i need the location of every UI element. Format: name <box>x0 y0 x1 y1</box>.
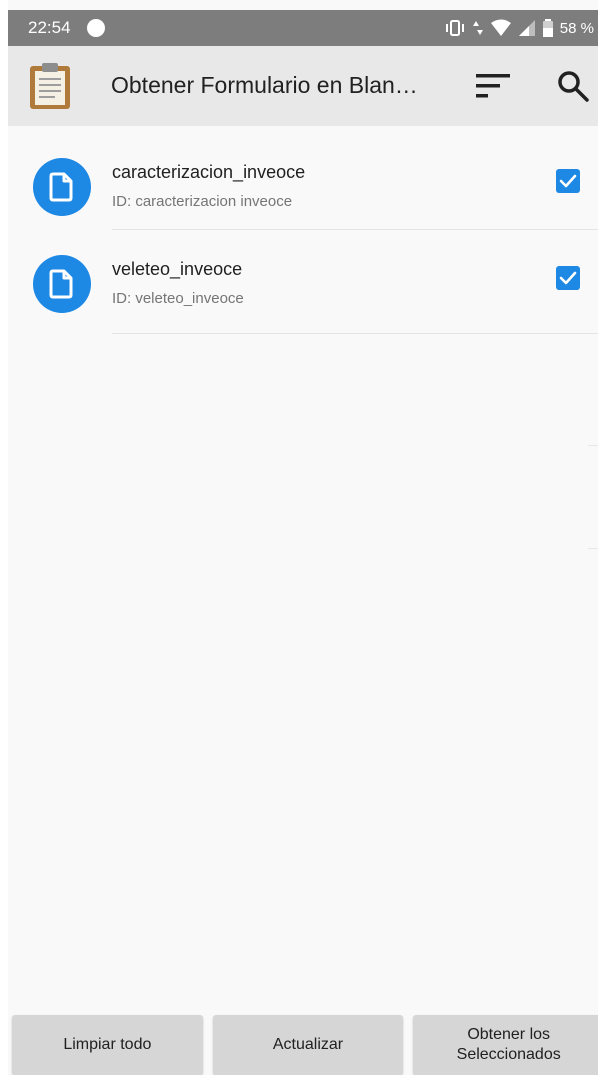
list-item[interactable]: veleteo_inveoce ID: veleteo_inveoce <box>8 230 598 334</box>
vibrate-icon <box>445 20 464 36</box>
app-bar: Obtener Formulario en Blan… <box>8 46 598 126</box>
status-time: 22:54 <box>28 18 71 37</box>
form-list: caracterizacion_inveoce ID: caracterizac… <box>8 126 598 334</box>
clear-all-button[interactable]: Limpiar todo <box>12 1015 203 1075</box>
cell-signal-icon <box>518 20 535 36</box>
check-icon <box>559 174 577 188</box>
form-name: caracterizacion_inveoce <box>112 162 306 182</box>
data-transfer-icon <box>472 21 483 35</box>
wifi-icon <box>490 19 511 36</box>
document-icon <box>33 158 91 216</box>
bottom-action-bar: Limpiar todo Actualizar Obtener los Sele… <box>8 1015 598 1075</box>
divider <box>588 548 598 549</box>
clipboard-icon <box>28 62 72 115</box>
check-icon <box>559 271 577 285</box>
form-id: ID: veleteo_inveoce <box>112 290 244 307</box>
notification-dot-icon <box>86 19 105 37</box>
get-selected-button[interactable]: Obtener los Seleccionados <box>413 1015 598 1075</box>
form-checkbox[interactable] <box>556 169 580 193</box>
form-checkbox[interactable] <box>556 266 580 290</box>
page-title: Obtener Formulario en Blan… <box>111 72 418 98</box>
list-item[interactable]: caracterizacion_inveoce ID: caracterizac… <box>8 126 598 230</box>
battery-percent: 58 % <box>559 19 594 37</box>
document-icon <box>33 255 91 313</box>
battery-icon <box>542 19 553 37</box>
refresh-button[interactable]: Actualizar <box>212 1015 404 1075</box>
form-name: veleteo_inveoce <box>112 259 243 279</box>
status-icons: 58 % <box>444 19 594 37</box>
search-icon <box>558 71 589 102</box>
divider <box>588 445 598 446</box>
search-button[interactable] <box>553 66 593 106</box>
status-bar: 22:54 58 % <box>8 10 598 46</box>
form-id: ID: caracterizacion inveoce <box>112 193 293 210</box>
app-screen: 22:54 58 % Obtener Formulario en Blan… c… <box>8 0 598 1075</box>
sort-icon <box>476 74 510 98</box>
sort-button[interactable] <box>473 66 513 106</box>
divider <box>112 333 598 334</box>
